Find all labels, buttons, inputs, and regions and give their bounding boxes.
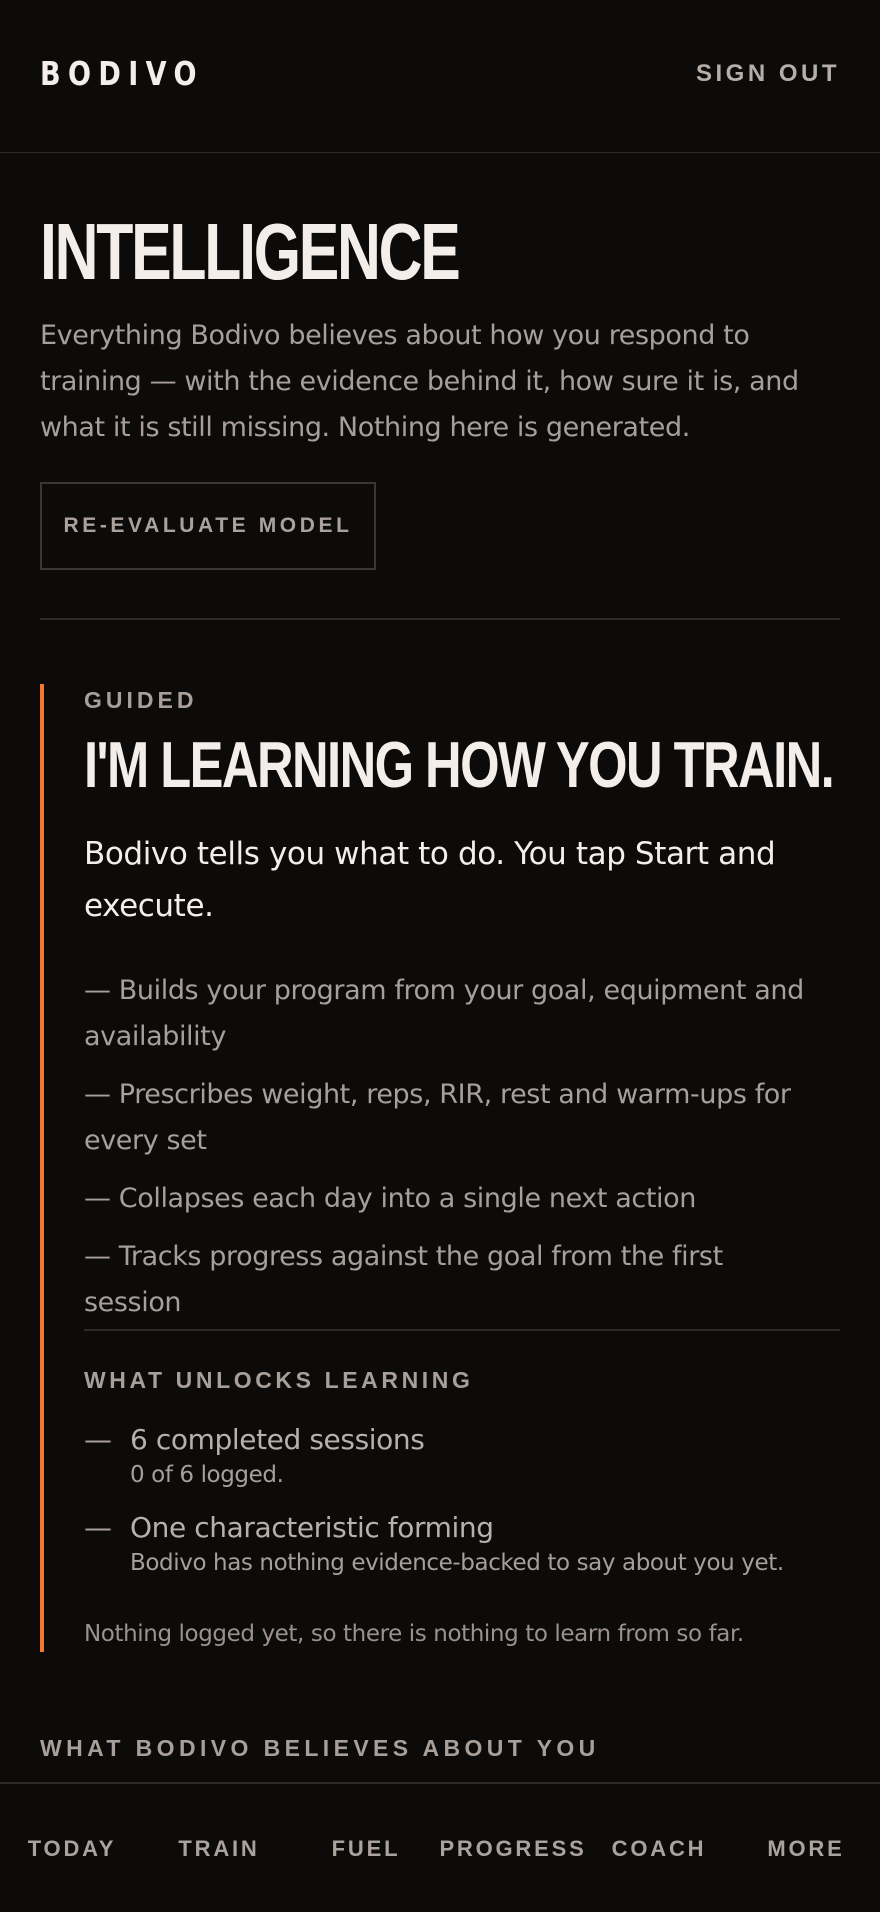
nav-item-fuel[interactable]: FUEL (332, 1836, 401, 1862)
brand-logo[interactable]: BODIVO (40, 54, 204, 93)
dash-marker: — (84, 1511, 112, 1544)
nav-item-today[interactable]: TODAY (28, 1836, 117, 1862)
mode-title: I'M LEARNING HOW YOU TRAIN. (84, 728, 835, 801)
card-divider (84, 1329, 840, 1331)
unlock-detail: Bodivo has nothing evidence-backed to sa… (130, 1550, 784, 1576)
dash-marker: — (84, 1423, 112, 1456)
page-description: Everything Bodivo believes about how you… (40, 320, 799, 443)
feature-item: — Tracks progress against the goal from … (84, 1241, 723, 1318)
empty-state-note: Nothing logged yet, so there is nothing … (84, 1621, 744, 1647)
section-divider (40, 618, 840, 620)
app-header: BODIVO SIGN OUT (0, 0, 880, 153)
mode-lead: Bodivo tells you what to do. You tap Sta… (84, 836, 776, 924)
bottom-nav: TODAY TRAIN FUEL PROGRESS COACH MORE (0, 1782, 880, 1912)
mode-kicker: GUIDED (84, 687, 198, 713)
page-title: INTELLIGENCE (40, 207, 461, 296)
re-evaluate-model-button[interactable]: RE-EVALUATE MODEL (40, 482, 376, 570)
accent-bar (40, 684, 44, 1652)
feature-item: — Collapses each day into a single next … (84, 1183, 696, 1214)
unlock-title: One characteristic forming (130, 1511, 494, 1544)
nav-item-coach[interactable]: COACH (612, 1836, 707, 1862)
nav-item-more[interactable]: MORE (767, 1836, 844, 1862)
sign-out-link[interactable]: SIGN OUT (696, 60, 840, 88)
guided-mode-card: GUIDED I'M LEARNING HOW YOU TRAIN. Bodiv… (40, 684, 840, 1652)
feature-item: — Prescribes weight, reps, RIR, rest and… (84, 1079, 791, 1156)
feature-list: — Builds your program from your goal, eq… (84, 968, 824, 1338)
unlock-detail: 0 of 6 logged. (130, 1462, 284, 1488)
unlocks-heading: WHAT UNLOCKS LEARNING (84, 1367, 474, 1393)
nav-item-progress[interactable]: PROGRESS (439, 1836, 586, 1862)
beliefs-heading: WHAT BODIVO BELIEVES ABOUT YOU (40, 1735, 600, 1761)
nav-item-train[interactable]: TRAIN (178, 1836, 259, 1862)
feature-item: — Builds your program from your goal, eq… (84, 975, 804, 1052)
unlock-title: 6 completed sessions (130, 1423, 425, 1456)
